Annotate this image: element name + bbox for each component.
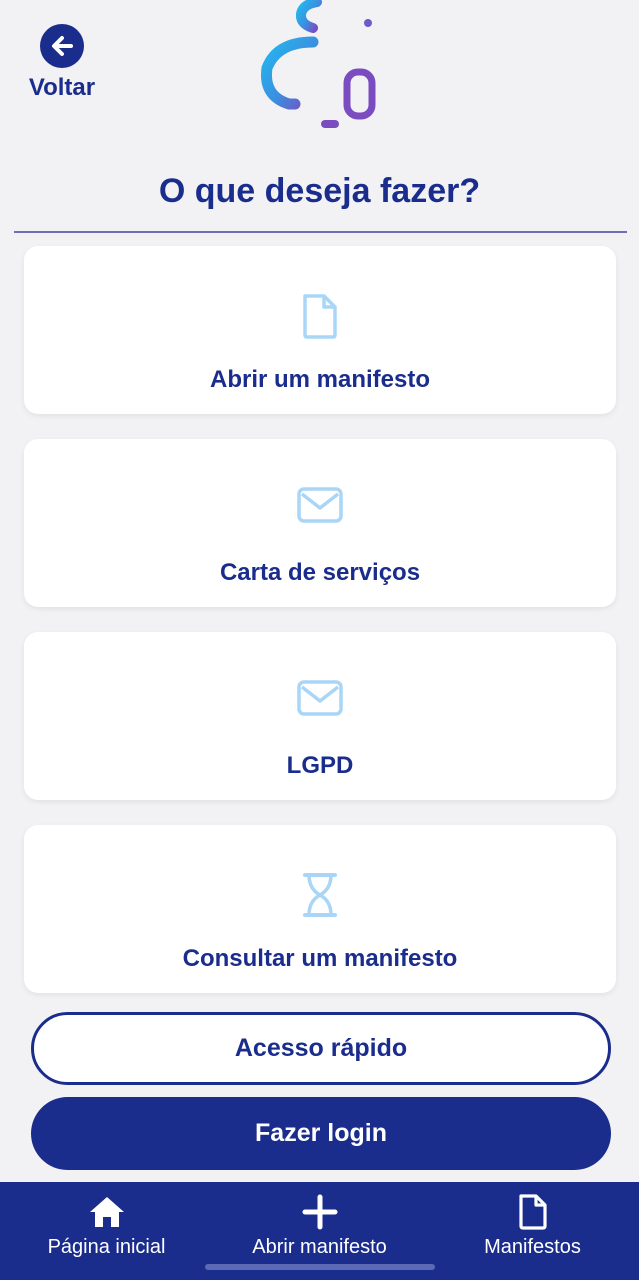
screen: Voltar O que deseja fazer? Abrir um mani… bbox=[0, 0, 639, 1280]
option-card-consultar-manifesto[interactable]: Consultar um manifesto bbox=[24, 825, 616, 993]
option-card-lgpd[interactable]: LGPD bbox=[24, 632, 616, 800]
quick-access-button[interactable]: Acesso rápido bbox=[31, 1012, 611, 1085]
login-button[interactable]: Fazer login bbox=[31, 1097, 611, 1170]
nav-label: Abrir manifesto bbox=[252, 1236, 387, 1258]
app-logo bbox=[260, 0, 376, 128]
option-card-carta-servicos[interactable]: Carta de serviços bbox=[24, 439, 616, 607]
arrow-left-icon bbox=[40, 24, 84, 68]
home-icon bbox=[88, 1194, 126, 1230]
nav-label: Manifestos bbox=[484, 1236, 581, 1258]
option-label: Abrir um manifesto bbox=[209, 366, 431, 393]
title-divider bbox=[14, 231, 627, 233]
nav-item-home[interactable]: Página inicial bbox=[0, 1182, 213, 1280]
nav-item-manifests[interactable]: Manifestos bbox=[426, 1182, 639, 1280]
document-icon bbox=[303, 294, 337, 339]
page-title: O que deseja fazer? bbox=[158, 172, 481, 210]
home-indicator[interactable] bbox=[205, 1264, 435, 1270]
option-label: Carta de serviços bbox=[219, 559, 421, 586]
document-icon bbox=[518, 1194, 548, 1230]
back-label: Voltar bbox=[28, 74, 96, 101]
hourglass-icon bbox=[303, 873, 337, 917]
envelope-icon bbox=[297, 487, 343, 523]
nav-label: Página inicial bbox=[47, 1236, 166, 1258]
plus-icon bbox=[302, 1194, 338, 1230]
envelope-icon bbox=[297, 680, 343, 716]
option-label: LGPD bbox=[286, 752, 354, 779]
option-label: Consultar um manifesto bbox=[182, 945, 458, 972]
back-button[interactable]: Voltar bbox=[22, 24, 102, 102]
option-card-abrir-manifesto[interactable]: Abrir um manifesto bbox=[24, 246, 616, 414]
